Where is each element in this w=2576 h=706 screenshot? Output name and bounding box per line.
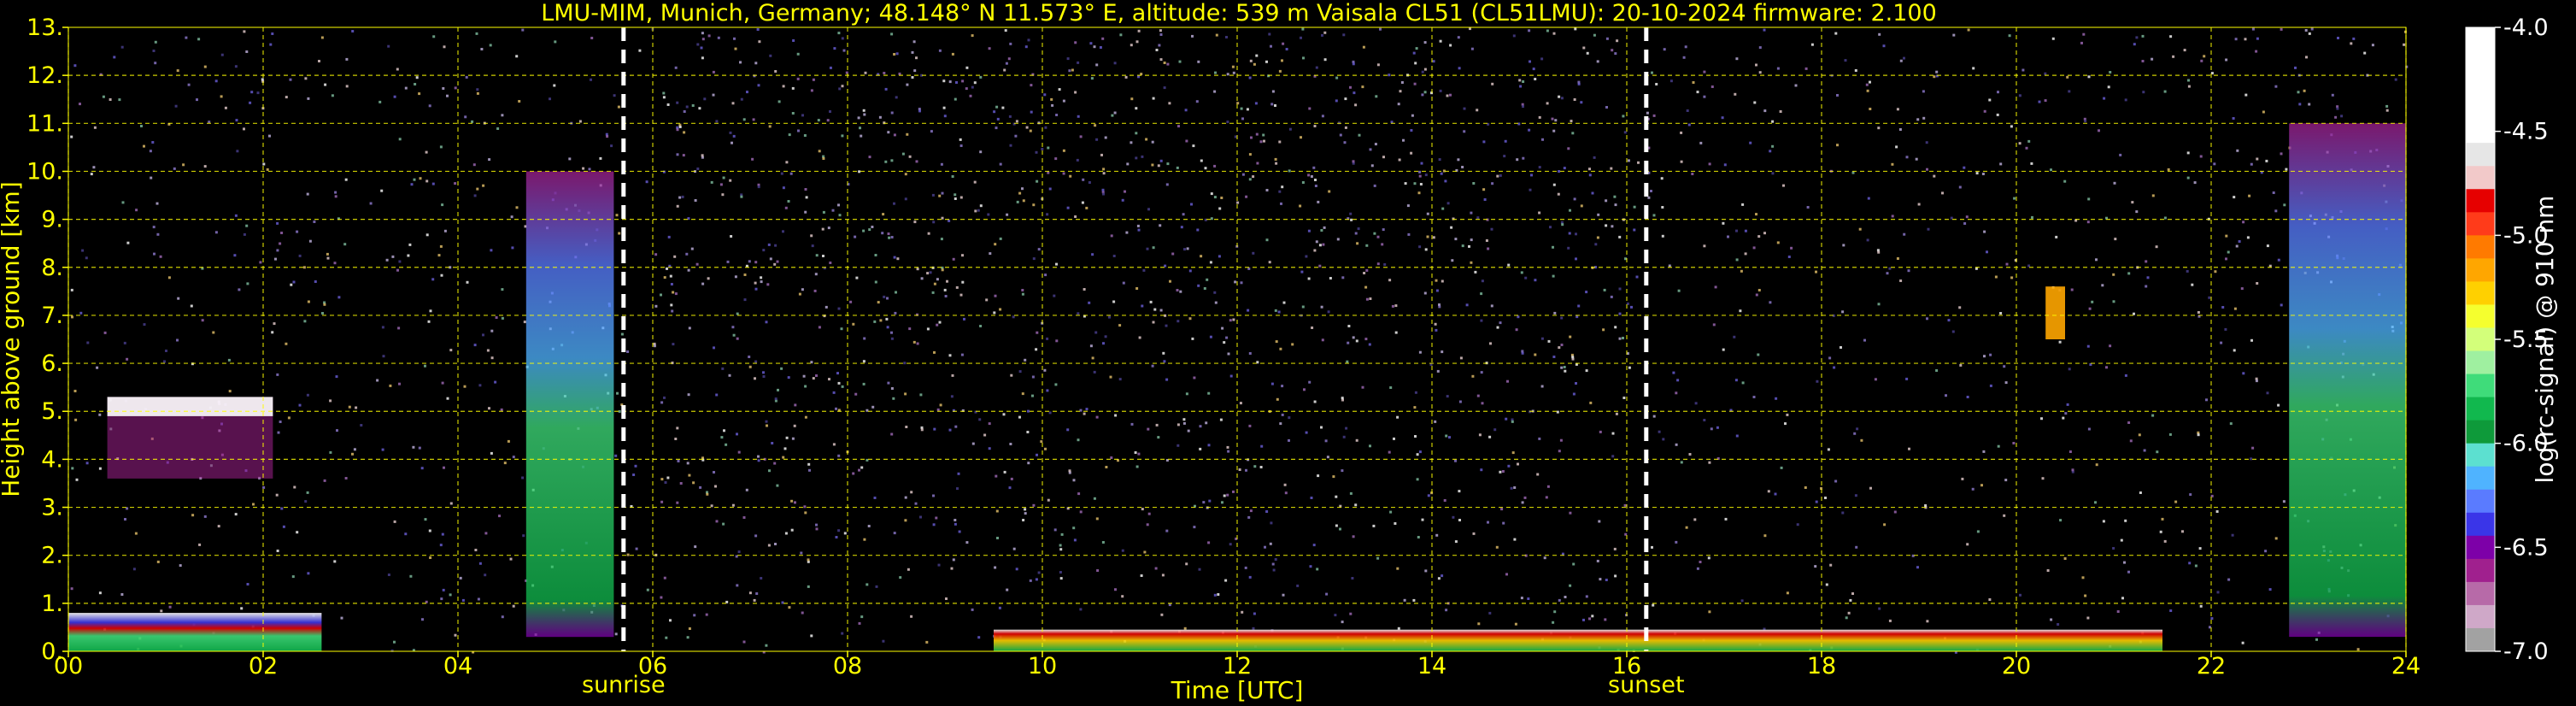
colorbar-tick-label: -4.0 xyxy=(2503,15,2549,41)
colorbar-segment xyxy=(2466,627,2495,652)
colorbar-segment xyxy=(2466,489,2495,514)
colorbar-segment xyxy=(2466,420,2495,444)
y-tick-label: 6. xyxy=(41,350,63,377)
colorbar-segment xyxy=(2466,189,2495,213)
layer-boundary-layer-night xyxy=(68,613,322,651)
x-tick-label: 04 xyxy=(443,653,472,680)
layer-morning-aerosol-column xyxy=(525,171,614,638)
colorbar-segment xyxy=(2466,304,2495,328)
y-tick-label: 8. xyxy=(41,255,63,281)
cloud-top-band xyxy=(107,397,273,416)
x-tick-label: 14 xyxy=(1417,653,1446,680)
colorbar-segment xyxy=(2466,327,2495,352)
y-tick-label: 12. xyxy=(26,62,63,89)
x-tick-label: 16 xyxy=(1612,653,1641,680)
x-tick-label: 22 xyxy=(2197,653,2226,680)
colorbar-segment xyxy=(2466,50,2495,74)
y-tick-label: 7. xyxy=(41,303,63,329)
x-tick-label: 06 xyxy=(638,653,667,680)
y-tick-label: 0. xyxy=(41,638,63,665)
ceilometer-chart: LMU-MIM, Munich, Germany; 48.148° N 11.5… xyxy=(0,0,2576,706)
x-tick-label: 24 xyxy=(2391,653,2421,680)
y-tick-label: 9. xyxy=(41,207,63,233)
colorbar-segment xyxy=(2466,374,2495,398)
colorbar-tick-label: -4.5 xyxy=(2503,119,2549,145)
colorbar-segment xyxy=(2466,443,2495,468)
colorbar-segment xyxy=(2466,212,2495,236)
x-axis-label: Time [UTC] xyxy=(1171,676,1304,704)
colorbar-segment xyxy=(2466,466,2495,491)
y-tick-label: 1. xyxy=(41,591,63,617)
colorbar-segment xyxy=(2466,74,2495,97)
colorbar-segment xyxy=(2466,350,2495,375)
x-tick-label: 20 xyxy=(2002,653,2031,680)
y-tick-label: 2. xyxy=(41,543,63,569)
colorbar-segment xyxy=(2466,258,2495,282)
colorbar-segment xyxy=(2466,235,2495,259)
colorbar-segment xyxy=(2466,97,2495,121)
colorbar-label: log(rc-signal) @ 910 nm xyxy=(2531,196,2559,484)
colorbar-segment xyxy=(2466,397,2495,421)
y-tick-label: 13. xyxy=(26,15,63,41)
colorbar-segment xyxy=(2466,512,2495,537)
colorbar-segment xyxy=(2466,604,2495,629)
y-tick-label: 3. xyxy=(41,495,63,521)
colorbar-segment xyxy=(2466,558,2495,583)
x-tick-label: 02 xyxy=(249,653,278,680)
y-tick-label: 5. xyxy=(41,398,63,425)
layer-cloud-2030 xyxy=(2045,286,2065,339)
colorbar-segment xyxy=(2466,27,2495,51)
y-axis-label: Height above ground [km] xyxy=(0,181,25,497)
layer-boundary-layer-day xyxy=(994,629,2162,651)
colorbar xyxy=(2465,26,2496,652)
x-tick-label: 18 xyxy=(1807,653,1836,680)
colorbar-segment xyxy=(2466,166,2495,190)
y-tick-label: 10. xyxy=(26,158,63,185)
chart-title: LMU-MIM, Munich, Germany; 48.148° N 11.5… xyxy=(541,0,1937,26)
colorbar-tick-label: -6.5 xyxy=(2503,534,2549,561)
x-tick-label: 08 xyxy=(833,653,862,680)
colorbar-segment xyxy=(2466,281,2495,305)
colorbar-tick-label: -7.0 xyxy=(2503,638,2549,665)
colorbar-segment xyxy=(2466,535,2495,560)
colorbar-segment xyxy=(2466,120,2495,144)
layer-evening-aerosol-column xyxy=(2289,123,2406,638)
y-tick-label: 11. xyxy=(26,110,63,137)
colorbar-segment xyxy=(2466,143,2495,167)
y-tick-label: 4. xyxy=(41,446,63,473)
colorbar-segment xyxy=(2466,581,2495,606)
x-tick-label: 10 xyxy=(1028,653,1057,680)
